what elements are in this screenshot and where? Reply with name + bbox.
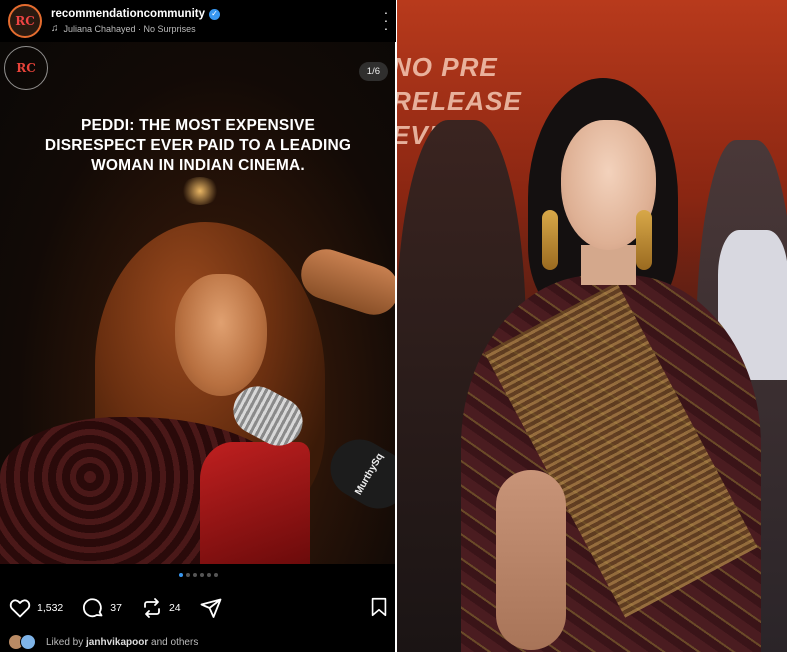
carousel-counter: 1/6 <box>358 62 388 81</box>
earring-right <box>636 210 652 270</box>
subject-neck <box>581 245 636 285</box>
liker-avatar <box>20 634 36 650</box>
repost-icon[interactable] <box>140 596 164 620</box>
bookmark-icon[interactable] <box>368 596 390 618</box>
profile-avatar[interactable]: RC <box>8 4 42 38</box>
like-count: 1,532 <box>37 602 64 614</box>
comment-count: 37 <box>110 602 122 614</box>
rc-logo: RC <box>4 46 48 90</box>
repost-count: 24 <box>168 602 181 614</box>
mic-brand-label: MurthySq <box>319 428 396 520</box>
liked-by-text: Liked by janhvikapoor and others <box>46 637 198 648</box>
subject-arm <box>496 470 566 650</box>
carousel-dots <box>0 573 396 577</box>
post-actions: 1,532 37 24 <box>0 596 396 620</box>
comment-action[interactable]: 37 <box>81 596 122 620</box>
more-options-icon[interactable]: · · · <box>382 5 390 35</box>
liked-by-row[interactable]: Liked by janhvikapoor and others <box>8 634 198 650</box>
headline-line-3: WOMAN IN INDIAN CINEMA. <box>91 157 305 174</box>
audio-track: Juliana Chahayed · No Surprises <box>63 23 196 34</box>
header-text: recommendationcommunity ✓ ♫ Juliana Chah… <box>51 8 220 34</box>
like-action[interactable]: 1,532 <box>8 596 63 620</box>
post-header: RC recommendationcommunity ✓ ♫ Juliana C… <box>0 0 396 42</box>
carousel-dot <box>185 573 190 577</box>
share-action[interactable] <box>199 596 223 620</box>
woman-face <box>175 274 267 396</box>
liked-by-prefix: Liked by <box>46 636 87 648</box>
panel-divider <box>395 0 397 652</box>
username-row: recommendationcommunity ✓ <box>51 8 220 20</box>
liked-by-user[interactable]: janhvikapoor <box>86 637 148 648</box>
heart-icon[interactable] <box>8 596 32 620</box>
music-note-icon: ♫ <box>51 23 59 34</box>
post-image[interactable]: MurthySq RC 1/6 PEDDI: THE MOST EXPENSIV… <box>0 42 396 564</box>
liked-by-suffix: and others <box>148 636 199 648</box>
carousel-dot <box>206 573 211 577</box>
post-headline: PEDDI: THE MOST EXPENSIVE DISRESPECT EVE… <box>0 116 396 176</box>
comment-icon[interactable] <box>81 596 105 620</box>
share-icon[interactable] <box>199 596 223 620</box>
headline-line-2: DISRESPECT EVER PAID TO A LEADING <box>44 137 352 154</box>
background-light <box>180 177 220 205</box>
instagram-post: RC recommendationcommunity ✓ ♫ Juliana C… <box>0 0 396 652</box>
earring-left <box>542 210 558 270</box>
verified-badge-icon: ✓ <box>209 8 220 20</box>
carousel-dot <box>199 573 204 577</box>
red-dupatta <box>200 442 310 564</box>
carousel-dot <box>192 573 197 577</box>
carousel-dot <box>213 573 218 577</box>
repost-action[interactable]: 24 <box>140 596 181 620</box>
username[interactable]: recommendationcommunity <box>51 8 205 20</box>
headline-line-1: PEDDI: THE MOST EXPENSIVE <box>80 117 316 134</box>
event-photo: NO PRE RELEASE EVENT <box>396 0 787 652</box>
carousel-dot <box>178 573 183 577</box>
audio-row[interactable]: ♫ Juliana Chahayed · No Surprises <box>51 23 220 34</box>
